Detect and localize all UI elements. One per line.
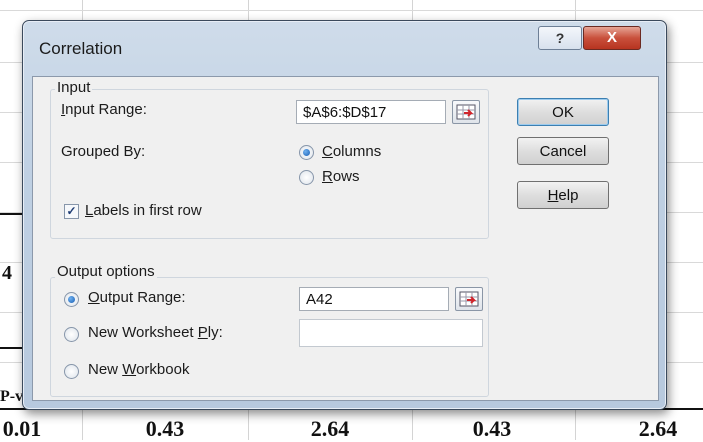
- input-range-label: Input Range:: [61, 101, 147, 118]
- output-range-label: Output Range:: [88, 289, 186, 306]
- sheet-cell: 2.64: [638, 416, 678, 441]
- sheet-cell: P-v: [0, 388, 24, 405]
- new-workbook-label: New Workbook: [88, 361, 190, 378]
- dialog-title: Correlation: [39, 39, 123, 58]
- output-range-collapse-button[interactable]: [455, 287, 483, 311]
- columns-radio-label: Columns: [322, 143, 382, 160]
- rows-radio[interactable]: [299, 170, 314, 185]
- labels-first-row-checkbox[interactable]: ✓: [64, 204, 79, 219]
- input-range-label-text: nput Range:: [65, 101, 147, 118]
- cancel-button[interactable]: Cancel: [517, 137, 609, 165]
- new-worksheet-radio[interactable]: [64, 327, 79, 342]
- ok-button[interactable]: OK: [517, 98, 609, 126]
- new-worksheet-label: New Worksheet Ply:: [88, 324, 223, 341]
- output-range-field[interactable]: A42: [299, 287, 449, 311]
- dialog-body: Input Input Range: $A$6:$D$17 Grouped By…: [32, 76, 659, 401]
- correlation-dialog: Correlation ? X Input Input Range: $A$6:…: [22, 20, 667, 410]
- sheet-cell: 0.43: [145, 416, 185, 441]
- sheet-cell: 4: [2, 262, 12, 284]
- sheet-cell: 0.43: [472, 416, 512, 441]
- sheet-cell: 0.01: [2, 416, 42, 441]
- labels-first-row-label: Labels in first row: [85, 202, 202, 219]
- output-group-legend: Output options: [55, 263, 157, 280]
- new-workbook-radio[interactable]: [64, 364, 79, 379]
- columns-radio[interactable]: [299, 145, 314, 160]
- input-range-field[interactable]: $A$6:$D$17: [296, 100, 446, 124]
- title-close-button[interactable]: X: [583, 26, 641, 50]
- title-help-button[interactable]: ?: [538, 26, 582, 50]
- rows-radio-label: Rows: [322, 168, 360, 185]
- input-group-legend: Input: [55, 79, 93, 96]
- range-select-icon: [456, 104, 476, 120]
- grouped-by-label: Grouped By:: [61, 143, 146, 160]
- sheet-cell: 2.64: [310, 416, 350, 441]
- new-worksheet-field[interactable]: [299, 319, 483, 347]
- help-button[interactable]: Help: [517, 181, 609, 209]
- range-select-icon: [459, 291, 479, 307]
- input-range-collapse-button[interactable]: [452, 100, 480, 124]
- output-range-radio[interactable]: [64, 292, 79, 307]
- grid-line: [0, 10, 703, 11]
